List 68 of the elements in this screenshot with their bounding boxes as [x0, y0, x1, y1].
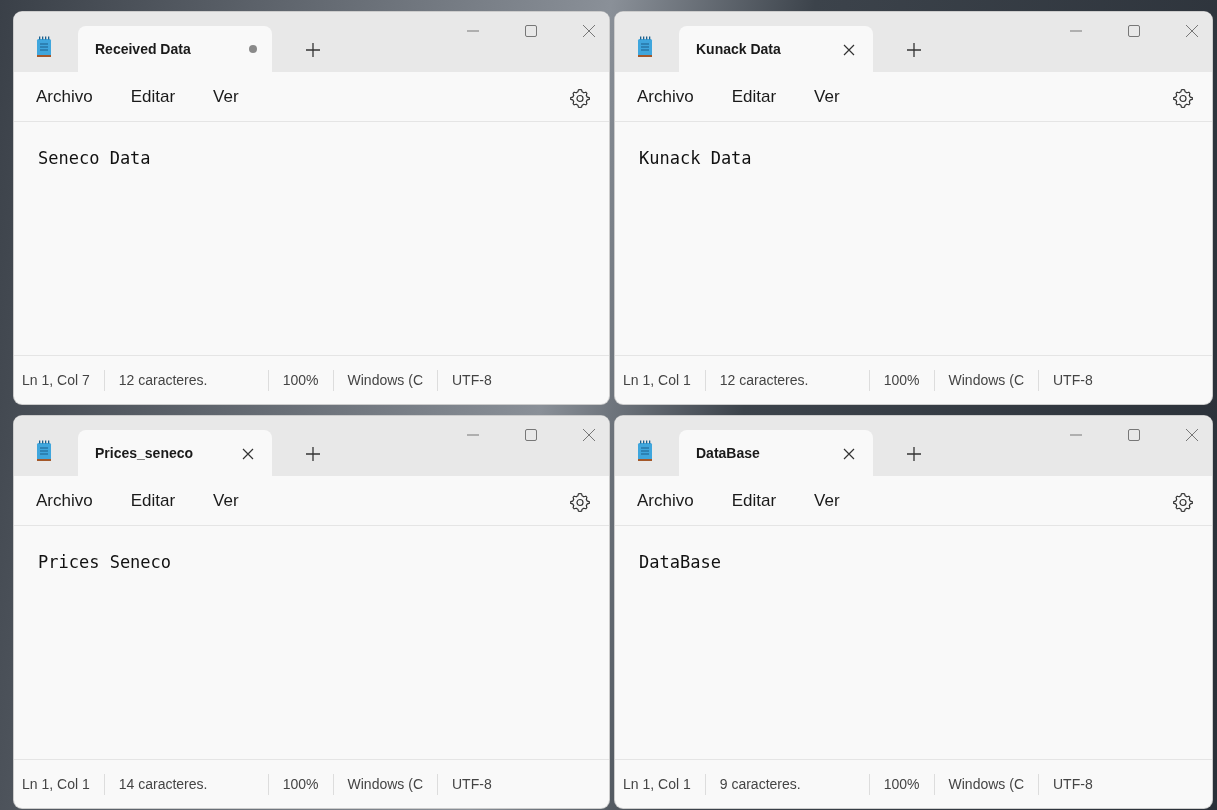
- menu-item[interactable]: Archivo: [637, 483, 694, 518]
- document-text: DataBase: [615, 526, 1212, 760]
- gear-icon: [569, 87, 591, 110]
- tab-title: Kunack Data: [696, 39, 781, 59]
- menu-item[interactable]: Ver: [213, 483, 239, 518]
- status-text: Windows (C: [948, 773, 1039, 795]
- status-text: Windows (C: [347, 773, 438, 795]
- status-text: 14 caracteres.: [118, 773, 269, 795]
- notepad-icon: [36, 36, 52, 58]
- minimize-icon: [1070, 29, 1082, 32]
- close-icon: [1184, 426, 1200, 443]
- menu-item[interactable]: Archivo: [36, 483, 93, 518]
- status-text: 100%: [282, 773, 334, 795]
- status-text: UTF-8: [1053, 370, 1094, 390]
- minimize-icon: [467, 29, 479, 32]
- status-text: Windows (C: [948, 369, 1039, 391]
- minimize-icon: [467, 433, 479, 436]
- status-text: Ln 1, Col 7: [22, 369, 105, 391]
- status-text: UTF-8: [452, 370, 493, 390]
- tab[interactable]: Received Data: [78, 26, 272, 72]
- tab-title: DataBase: [696, 443, 760, 463]
- status-text: Windows (C: [347, 369, 438, 391]
- status-text: UTF-8: [452, 774, 493, 794]
- gear-icon: [569, 491, 591, 514]
- notepad-icon: [36, 440, 52, 462]
- gear-icon: [1172, 87, 1194, 110]
- document-text: Prices Seneco: [14, 526, 609, 760]
- close-icon: [1184, 22, 1200, 39]
- notepad-icon: [637, 440, 653, 462]
- tab-title: Received Data: [95, 39, 191, 59]
- menu-item[interactable]: Editar: [130, 79, 176, 114]
- status-text: Ln 1, Col 1: [623, 369, 706, 391]
- tab[interactable]: DataBase: [679, 430, 873, 476]
- maximize-icon: [1126, 426, 1142, 443]
- gear-icon: [1172, 491, 1194, 514]
- menu-item[interactable]: Ver: [814, 79, 840, 114]
- status-text: 12 caracteres.: [118, 369, 269, 391]
- tab[interactable]: Prices_seneco: [78, 430, 272, 476]
- menu-item[interactable]: Ver: [814, 483, 840, 518]
- menu-item[interactable]: Editar: [731, 79, 777, 114]
- status-text: Ln 1, Col 1: [623, 773, 706, 795]
- tab-title: Prices_seneco: [95, 443, 194, 463]
- status-text: UTF-8: [1053, 774, 1094, 794]
- plus-icon: [906, 445, 922, 462]
- plus-icon: [906, 41, 922, 58]
- plus-icon: [305, 41, 321, 58]
- maximize-icon: [1126, 22, 1142, 39]
- minimize-icon: [1070, 433, 1082, 436]
- document-text: Kunack Data: [615, 122, 1212, 356]
- maximize-icon: [523, 22, 539, 39]
- status-text: 9 caracteres.: [719, 773, 870, 795]
- status-text: 100%: [883, 369, 935, 391]
- close-icon: [581, 22, 597, 39]
- menu-item[interactable]: Archivo: [36, 79, 93, 114]
- status-text: 100%: [883, 773, 935, 795]
- status-text: Ln 1, Col 1: [22, 773, 105, 795]
- notepad-icon: [637, 36, 653, 58]
- document-text: Seneco Data: [14, 122, 609, 356]
- status-text: 12 caracteres.: [719, 369, 870, 391]
- menu-item[interactable]: Archivo: [637, 79, 694, 114]
- maximize-icon: [523, 426, 539, 443]
- close-icon: [581, 426, 597, 443]
- menu-item[interactable]: Editar: [130, 483, 176, 518]
- plus-icon: [305, 445, 321, 462]
- tab[interactable]: Kunack Data: [679, 26, 873, 72]
- status-text: 100%: [282, 369, 334, 391]
- menu-item[interactable]: Ver: [213, 79, 239, 114]
- menu-item[interactable]: Editar: [731, 483, 777, 518]
